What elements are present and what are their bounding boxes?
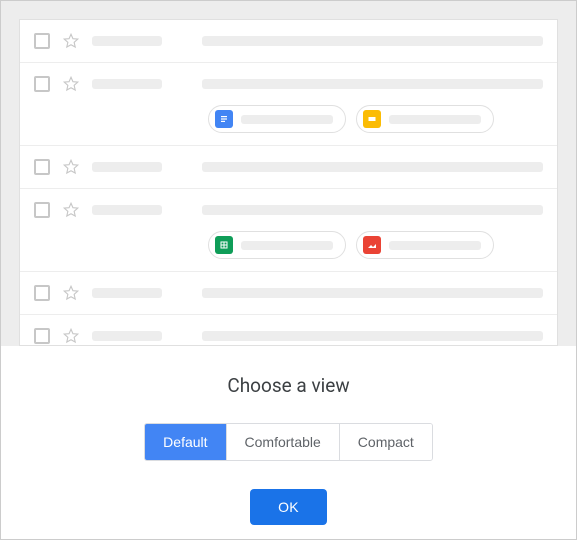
docs-icon — [215, 110, 233, 128]
view-option-default[interactable]: Default — [145, 424, 226, 460]
preview-list — [19, 19, 558, 346]
attachment-chip — [208, 231, 346, 259]
sheets-icon — [215, 236, 233, 254]
placeholder-bar — [92, 162, 162, 172]
table-row — [20, 189, 557, 272]
star-icon — [62, 32, 80, 50]
attachment-chip — [356, 231, 494, 259]
placeholder-bar — [241, 115, 333, 124]
table-row — [20, 272, 557, 315]
placeholder-bar — [92, 36, 162, 46]
placeholder-bar — [202, 162, 543, 172]
attachment-chip — [208, 105, 346, 133]
checkbox-icon — [34, 328, 50, 344]
star-icon — [62, 75, 80, 93]
view-option-compact[interactable]: Compact — [340, 424, 432, 460]
placeholder-bar — [92, 331, 162, 341]
ok-button[interactable]: OK — [250, 489, 327, 525]
density-preview-area — [1, 1, 576, 346]
placeholder-bar — [389, 241, 481, 250]
placeholder-bar — [92, 205, 162, 215]
table-row — [20, 63, 557, 146]
checkbox-icon — [34, 285, 50, 301]
placeholder-bar — [92, 79, 162, 89]
table-row — [20, 146, 557, 189]
checkbox-icon — [34, 202, 50, 218]
star-icon — [62, 284, 80, 302]
slides-icon — [363, 110, 381, 128]
view-segmented-control: Default Comfortable Compact — [144, 423, 433, 461]
bottom-panel: Choose a view Default Comfortable Compac… — [1, 346, 576, 525]
placeholder-bar — [389, 115, 481, 124]
image-icon — [363, 236, 381, 254]
dialog-title: Choose a view — [1, 374, 576, 397]
star-icon — [62, 327, 80, 345]
star-icon — [62, 158, 80, 176]
placeholder-bar — [202, 79, 543, 89]
checkbox-icon — [34, 33, 50, 49]
placeholder-bar — [202, 36, 543, 46]
attachment-chip — [356, 105, 494, 133]
table-row — [20, 20, 557, 63]
checkbox-icon — [34, 76, 50, 92]
placeholder-bar — [241, 241, 333, 250]
star-icon — [62, 201, 80, 219]
placeholder-bar — [202, 205, 543, 215]
placeholder-bar — [202, 331, 543, 341]
checkbox-icon — [34, 159, 50, 175]
table-row — [20, 315, 557, 346]
placeholder-bar — [92, 288, 162, 298]
placeholder-bar — [202, 288, 543, 298]
view-option-comfortable[interactable]: Comfortable — [227, 424, 340, 460]
